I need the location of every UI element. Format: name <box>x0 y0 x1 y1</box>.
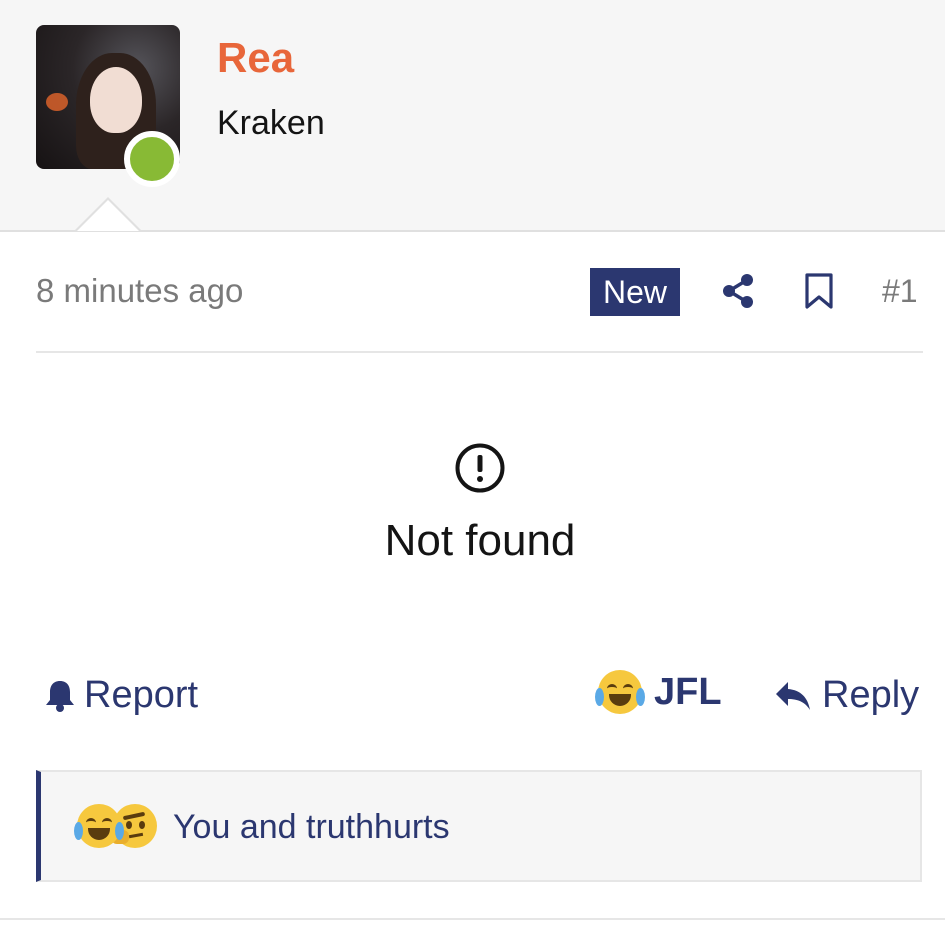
laughing-crying-emoji-icon <box>74 804 124 848</box>
reaction-emojis <box>74 804 157 848</box>
not-found-message: Not found <box>384 516 576 565</box>
jfl-reaction-button[interactable]: JFL <box>595 670 722 714</box>
new-badge: New <box>590 268 680 316</box>
reply-button[interactable]: Reply <box>774 674 919 717</box>
share-icon[interactable] <box>720 273 756 309</box>
reply-label: Reply <box>822 674 920 716</box>
reply-arrow-icon <box>776 681 810 710</box>
avatar-background-detail <box>46 93 68 111</box>
reactions-summary[interactable]: You and truthhurts <box>36 770 922 882</box>
bookmark-icon[interactable] <box>804 272 834 310</box>
post-divider <box>36 351 923 353</box>
post-number[interactable]: #1 <box>882 273 918 310</box>
report-label: Report <box>84 674 199 716</box>
bell-icon <box>46 680 74 712</box>
post-author-header: Rea Kraken <box>0 0 945 232</box>
reaction-users-text[interactable]: You and truthhurts <box>173 808 450 847</box>
laughing-crying-emoji-icon <box>595 670 645 714</box>
user-title: Kraken <box>217 104 325 142</box>
alert-icon <box>455 443 505 493</box>
header-caret <box>75 197 141 231</box>
online-status-indicator <box>124 131 180 187</box>
avatar-face <box>90 67 142 133</box>
post-timestamp[interactable]: 8 minutes ago <box>36 272 243 310</box>
username[interactable]: Rea <box>217 34 294 82</box>
report-button[interactable]: Report <box>44 674 198 717</box>
bottom-divider <box>0 918 945 920</box>
jfl-label: JFL <box>654 670 722 713</box>
